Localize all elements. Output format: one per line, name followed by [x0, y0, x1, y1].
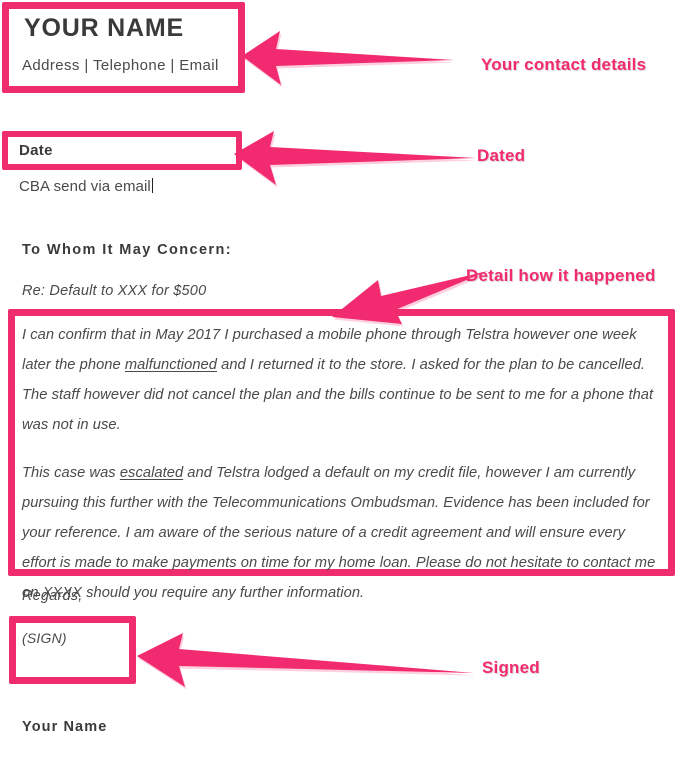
annotation-label-contact-details: Your contact details: [481, 55, 647, 74]
body-p2-text-a: This case was: [22, 465, 120, 481]
letter-date-label: Date: [19, 142, 53, 159]
highlight-box-signature: [9, 616, 136, 684]
letter-salutation: To Whom It May Concern:: [22, 242, 232, 258]
letter-regards: Regards,: [22, 588, 83, 604]
arrow-to-date-icon: [234, 131, 477, 188]
annotated-letter-page: YOUR NAME Address | Telephone | Email Da…: [0, 0, 695, 781]
arrow-to-signature-icon: [137, 633, 475, 690]
delivery-note-text: CBA send via email: [19, 178, 151, 195]
body-p1-underlined-term: malfunctioned: [124, 357, 217, 373]
text-cursor: [151, 178, 153, 193]
signature-placeholder: (SIGN): [22, 630, 67, 646]
letter-name-title: YOUR NAME: [24, 14, 184, 42]
letter-body: I can confirm that in May 2017 I purchas…: [22, 320, 662, 608]
letter-subject-line: Re: Default to XXX for $500: [22, 283, 207, 299]
body-paragraph-1: I can confirm that in May 2017 I purchas…: [22, 320, 662, 440]
body-p2-underlined-term: escalated: [119, 465, 184, 481]
delivery-note: CBA send via email: [19, 178, 153, 195]
annotation-label-detail: Detail how it happened: [466, 266, 656, 285]
body-p2-text-b: and Telstra lodged a default on my credi…: [22, 465, 656, 601]
annotation-label-dated: Dated: [477, 146, 526, 165]
arrow-to-contact-details-icon: [242, 31, 455, 88]
letter-closing-name: Your Name: [22, 719, 108, 735]
body-paragraph-2: This case was escalated and Telstra lodg…: [22, 458, 662, 608]
annotation-label-signed: Signed: [482, 658, 540, 677]
letter-contact-line: Address | Telephone | Email: [22, 57, 219, 74]
